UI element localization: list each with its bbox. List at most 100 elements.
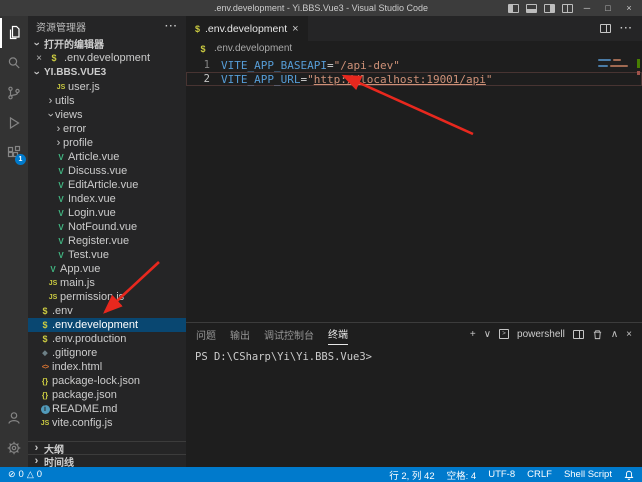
tree-item-article-vue[interactable]: VArticle.vue [28,150,186,164]
maximize-button[interactable]: □ [601,3,615,13]
tree-folder-utils[interactable]: ›utils [28,94,186,108]
tree-item-app-vue[interactable]: VApp.vue [28,262,186,276]
tree-item-gitignore[interactable]: ◆.gitignore [28,346,186,360]
file-label: .env.production [52,333,126,345]
tree-item-user-js[interactable]: JSuser.js [28,80,186,94]
outline-section[interactable]: › 大纲 [28,441,186,454]
tree-item-discuss-vue[interactable]: VDiscuss.vue [28,164,186,178]
kill-terminal-trash-icon[interactable] [592,329,603,340]
tree-item-index-vue[interactable]: VIndex.vue [28,192,186,206]
project-header[interactable]: › YI.BBS.VUE3 [28,65,186,80]
encoding-status[interactable]: UTF-8 [488,469,515,480]
tree-item-editarticle-vue[interactable]: VEditArticle.vue [28,178,186,192]
folder-label: error [63,123,86,135]
tab-terminal[interactable]: 终端 [328,323,348,345]
tab-debug-console[interactable]: 调试控制台 [264,323,314,345]
tree-item-env[interactable]: $.env [28,304,186,318]
tab-output[interactable]: 输出 [230,323,250,345]
settings-gear-icon[interactable] [0,433,28,463]
error-icon: ⊘ [8,469,16,480]
env-file-icon: $ [47,53,61,63]
file-label: user.js [68,81,100,93]
panel-header: 问题 输出 调试控制台 终端 + ∨ > powershell ∧ × [186,323,642,345]
url-link[interactable]: http://localhost:19001/api [314,73,486,86]
chevron-down-icon: › [31,68,43,77]
eol-status[interactable]: CRLF [527,469,552,480]
tree-folder-profile[interactable]: ›profile [28,136,186,150]
customize-layout-icon[interactable] [562,4,573,13]
tree-item-test-vue[interactable]: VTest.vue [28,248,186,262]
run-debug-icon[interactable] [0,108,28,138]
more-actions-icon[interactable]: ··· [620,23,633,34]
split-editor-icon[interactable] [600,24,611,33]
language-mode[interactable]: Shell Script [564,469,612,480]
toggle-secondary-sidebar-icon[interactable] [544,4,555,13]
close-tab-icon[interactable]: × [292,23,298,35]
env-file-icon: $ [38,334,52,344]
file-label: vite.config.js [52,417,113,429]
editor-actions: ··· [600,16,642,41]
tree-item-permission-js[interactable]: JSpermission.js [28,290,186,304]
problems-status[interactable]: ⊘ 0 △ 0 [8,469,42,480]
terminal-output[interactable]: PS D:\CSharp\Yi\Yi.BBS.Vue3> [186,345,642,467]
explorer-icon[interactable] [0,18,28,48]
minimap[interactable] [598,59,632,71]
html-icon: <> [38,364,52,371]
account-icon[interactable] [0,403,28,433]
file-label: Register.vue [68,235,129,247]
new-terminal-icon[interactable]: + [470,329,476,340]
close-editor-icon[interactable]: × [34,53,44,64]
timeline-section[interactable]: › 时间线 [28,454,186,467]
tree-folder-error[interactable]: ›error [28,122,186,136]
toggle-sidebar-icon[interactable] [508,4,519,13]
tree-item-vite-config-js[interactable]: JSvite.config.js [28,416,186,430]
tree-item-login-vue[interactable]: VLogin.vue [28,206,186,220]
notifications-bell-icon[interactable] [624,470,634,480]
minimize-button[interactable]: ─ [580,3,594,13]
source-control-icon[interactable] [0,78,28,108]
sidebar-more-actions-icon[interactable]: ··· [165,21,178,32]
tree-item-main-js[interactable]: JSmain.js [28,276,186,290]
vue-icon: V [54,251,68,260]
close-window-button[interactable]: × [622,3,636,13]
code-line-2[interactable]: 2VITE_APP_URL="http://localhost:19001/ap… [186,72,642,86]
code-editor[interactable]: 1VITE_APP_BASEAPI="/api-dev" 2VITE_APP_U… [186,56,642,322]
tree-item-register-vue[interactable]: VRegister.vue [28,234,186,248]
tree-item-readme-md[interactable]: iREADME.md [28,402,186,416]
chevron-right-icon: › [32,455,41,467]
js-icon: JS [54,84,68,91]
code-line-1[interactable]: 1VITE_APP_BASEAPI="/api-dev" [186,58,642,72]
tree-item-notfound-vue[interactable]: VNotFound.vue [28,220,186,234]
tree-item-index-html[interactable]: <>index.html [28,360,186,374]
extensions-icon[interactable]: 1 [0,138,28,168]
json-icon: {} [38,377,52,386]
js-icon: JS [38,420,52,427]
file-label: Article.vue [68,151,119,163]
search-icon[interactable] [0,48,28,78]
warning-count: 0 [37,469,42,480]
tree-item-env-development[interactable]: $.env.development [28,318,186,332]
tree-item-package-json[interactable]: {}package.json [28,388,186,402]
tree-item-env-production[interactable]: $.env.production [28,332,186,346]
code-token: " [307,73,314,86]
cursor-position[interactable]: 行 2, 列 42 [389,468,434,482]
tab-problems[interactable]: 问题 [196,323,216,345]
terminal-shell-label[interactable]: powershell [517,329,565,340]
terminal-prompt: PS D:\CSharp\Yi\Yi.BBS.Vue3> [195,351,372,363]
tree-item-package-lock-json[interactable]: {}package-lock.json [28,374,186,388]
close-panel-icon[interactable]: × [626,329,632,340]
toggle-panel-icon[interactable] [526,4,537,13]
env-file-icon: $ [195,24,200,34]
breadcrumb[interactable]: $ .env.development [186,41,642,56]
tree-folder-views[interactable]: ›views [28,108,186,122]
indentation-status[interactable]: 空格: 4 [447,468,477,482]
open-editors-header[interactable]: › 打开的编辑器 [28,36,186,51]
split-terminal-icon[interactable] [573,330,584,339]
maximize-panel-icon[interactable]: ∧ [611,329,618,340]
tab-env-development[interactable]: $ .env.development × [186,16,308,41]
line-number: 1 [186,59,210,71]
vue-icon: V [54,195,68,204]
file-label: Discuss.vue [68,165,127,177]
launch-profile-chevron-icon[interactable]: ∨ [484,329,491,340]
open-editor-item[interactable]: × $ .env.development [28,51,186,65]
